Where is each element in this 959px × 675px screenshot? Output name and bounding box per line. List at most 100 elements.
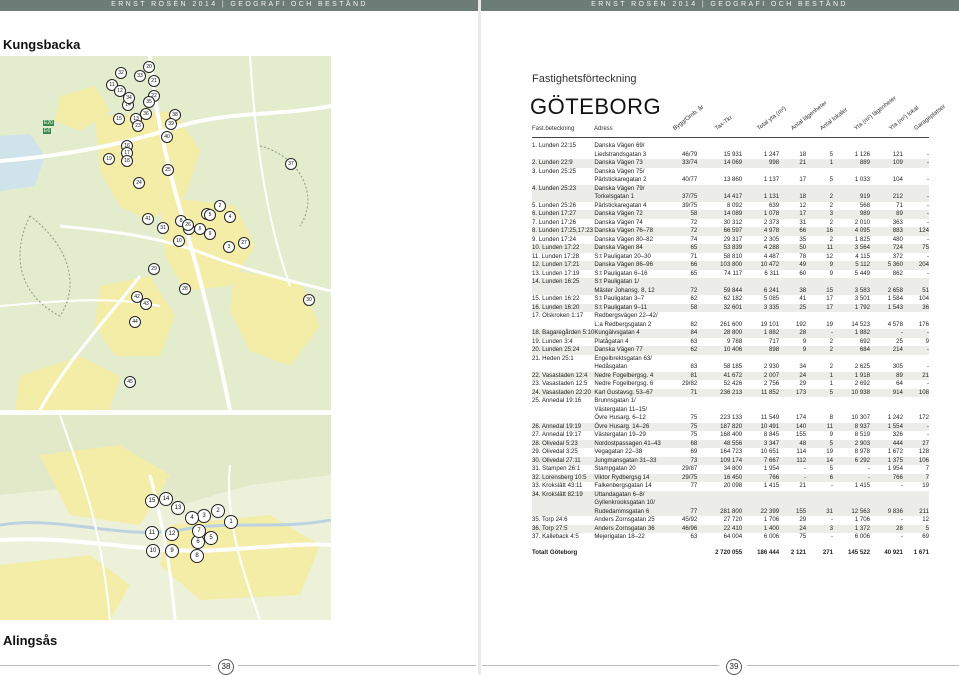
cell-value: 7	[925, 465, 929, 472]
cell-value: 5	[829, 150, 834, 158]
cell-value: 33/74	[670, 159, 698, 168]
map-marker[interactable]: 43	[140, 298, 152, 310]
map-marker[interactable]: 21	[148, 75, 160, 87]
map-marker[interactable]: 24	[133, 177, 145, 189]
cell-value: 65	[690, 269, 698, 277]
cell-value: -	[870, 329, 903, 338]
cell-value: 128	[918, 448, 929, 455]
table-row: 26. Annedal 19:19 Övre Husarg. 14–26 75 187…	[532, 422, 929, 431]
map-marker[interactable]: 1	[224, 515, 238, 529]
cell-value: 914	[870, 388, 903, 397]
map-marker[interactable]: 2	[214, 200, 226, 212]
map-marker[interactable]: 37	[285, 158, 297, 170]
map-marker[interactable]: 33	[134, 70, 146, 82]
cell-fastbeteckning: 4. Lunden 25:23	[532, 184, 595, 193]
cell-adress: Liedstrandsgatan 3	[594, 150, 647, 158]
map-marker[interactable]: 9	[204, 228, 216, 240]
cell-fastbeteckning: 24. Vasastaden 22:20	[532, 388, 595, 397]
map-marker[interactable]: 13	[171, 501, 185, 515]
map-marker[interactable]: 34	[123, 92, 135, 104]
map-marker[interactable]: 4	[224, 211, 236, 223]
map-marker[interactable]: 23	[132, 120, 144, 132]
map-marker[interactable]: 30	[303, 294, 315, 306]
map-marker[interactable]: 2	[211, 504, 225, 518]
cell-value: 63	[690, 533, 698, 540]
map-marker[interactable]: 31	[157, 222, 169, 234]
cell-value	[870, 499, 903, 508]
cell-value: 1 126	[854, 150, 870, 158]
map-marker[interactable]: 35	[143, 96, 155, 108]
cell-value	[833, 397, 870, 406]
table-row: Övre Husarg. 6–12 75 223 133 11 549 174 8 10 3…	[532, 414, 929, 423]
cell-value: 1 247	[763, 150, 780, 158]
cell-value: 60	[799, 269, 807, 277]
cell-value: 1	[829, 380, 834, 387]
map-marker[interactable]: 5	[204, 209, 216, 221]
map-marker[interactable]: 32	[115, 67, 127, 79]
map-marker[interactable]: 26	[182, 219, 194, 231]
map-marker[interactable]: 14	[159, 492, 173, 506]
cell-value: 173	[779, 388, 807, 397]
cell-adress: Torkelsgatan 1	[594, 193, 671, 202]
map-marker[interactable]: 9	[165, 544, 179, 558]
cell-value: 29/75	[670, 473, 698, 482]
page-number-right: 39	[726, 659, 742, 675]
map-marker[interactable]: 18	[121, 155, 133, 167]
map-marker[interactable]: 3	[197, 509, 211, 523]
cell-value: 3 501	[854, 295, 870, 302]
cell-value: 30 312	[723, 218, 743, 226]
cell-value: 62	[670, 346, 698, 355]
cell-adress: Danska Vägen 75/	[594, 167, 645, 175]
map-marker[interactable]: 3	[223, 241, 235, 253]
cell-value: 20 098	[723, 482, 743, 489]
map-marker[interactable]: 28	[179, 283, 191, 295]
column-header-fastbeteckning: Fast.beteckning	[532, 126, 575, 132]
map-marker[interactable]: 12	[165, 527, 179, 541]
map-marker[interactable]: 19	[103, 153, 115, 165]
map-marker[interactable]: 27	[238, 237, 250, 249]
table-row: 7. Lunden 17:26 Danska Vägen 74 72 30 312 2 …	[532, 219, 929, 228]
cell-value: 1 882	[833, 329, 870, 338]
cell-value: -	[902, 193, 929, 202]
cell-value: 108	[902, 388, 929, 397]
cell-adress: Brunnsgatan 1/	[594, 397, 636, 404]
cell-value	[903, 406, 929, 415]
cell-value: 10 472	[742, 261, 780, 270]
cell-value	[902, 184, 929, 193]
cell-fastbeteckning: 17. Olskroken 1:17	[532, 312, 584, 319]
map-marker[interactable]: 10	[173, 235, 185, 247]
map-marker[interactable]: 44	[129, 316, 141, 328]
map-marker[interactable]: 45	[124, 376, 136, 388]
cell-fastbeteckning: 26. Annedal 19:19	[532, 422, 595, 431]
map-marker[interactable]: 8	[190, 549, 204, 563]
road-sign-e6: E6	[43, 128, 52, 134]
cell-value	[742, 499, 780, 508]
map-marker[interactable]: 15	[113, 113, 125, 125]
map-marker[interactable]: 10	[146, 544, 160, 558]
map-marker[interactable]: 36	[140, 108, 152, 120]
map-marker[interactable]: 15	[145, 494, 159, 508]
map-marker[interactable]: 25	[162, 164, 174, 176]
cell-value: -	[831, 516, 834, 523]
map-marker[interactable]: 39	[165, 118, 177, 130]
map-marker[interactable]: 4	[185, 511, 199, 525]
cell-value: 214	[870, 346, 903, 355]
map-marker[interactable]: 29	[148, 263, 160, 275]
map-marker[interactable]: 7	[192, 524, 206, 538]
cell-value: 480	[892, 235, 903, 243]
map-marker[interactable]: 11	[145, 526, 159, 540]
cell-value: 9 836	[870, 507, 903, 516]
table-row: 6. Lunden 17:27 Danska Vägen 72 58 14 089 1 …	[532, 210, 929, 219]
cell-value: -	[926, 201, 929, 209]
header-bar-right: ERNST ROSÉN 2014 | GEOGRAFI OCH BESTÅND	[480, 0, 959, 11]
map-goteborg-center[interactable]: 1 2 3 4 5 6 7 8 9 10 11 12 13 14 15	[0, 415, 331, 620]
map-marker[interactable]: 20	[143, 61, 155, 73]
cell-fastbeteckning: 25. Annedal 19:16	[532, 397, 582, 404]
map-marker[interactable]: 41	[142, 213, 154, 225]
table-row: 17. Olskroken 1:17 Redbergsvägen 22–42/	[532, 312, 929, 321]
cell-adress: Stampgatan 20	[594, 465, 636, 472]
cell-value: 12	[922, 516, 929, 523]
map-marker[interactable]: 5	[204, 531, 218, 545]
map-kungsbacka[interactable]: E20 E6 123456789101112131415161718192021…	[0, 56, 331, 410]
map-marker[interactable]: 40	[161, 131, 173, 143]
